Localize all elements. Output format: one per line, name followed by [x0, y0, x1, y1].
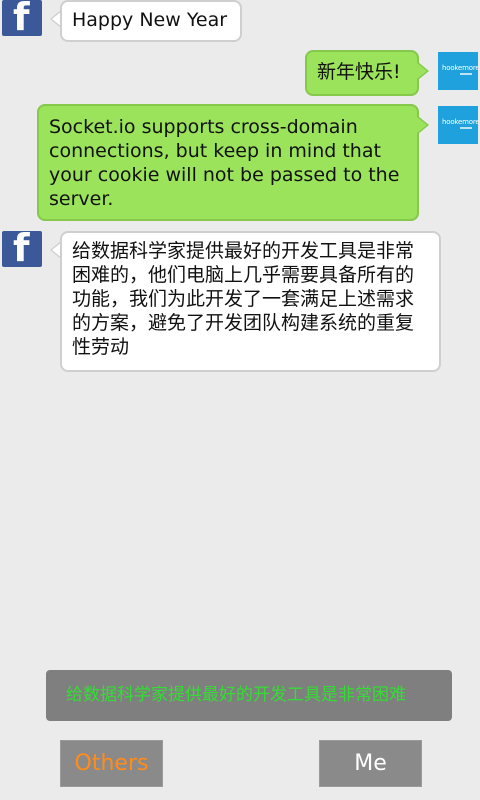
- message-bubble-incoming[interactable]: Happy New Year: [60, 0, 242, 42]
- bubble-tail: [417, 117, 427, 133]
- message-input-value: 给数据科学家提供最好的开发工具是非常困难: [66, 685, 406, 705]
- message-text: 给数据科学家提供最好的开发工具是非常困难的，他们电脑上几乎需要具备所有的功能，我…: [72, 240, 415, 358]
- me-button[interactable]: Me: [319, 740, 422, 787]
- avatar-logo-mark: [460, 127, 472, 129]
- hookemore-avatar-icon[interactable]: hookemore: [438, 106, 478, 144]
- message-bubble-outgoing[interactable]: Socket.io supports cross-domain connecti…: [37, 104, 419, 221]
- hookemore-avatar-icon[interactable]: hookemore: [438, 52, 478, 90]
- message-input[interactable]: 给数据科学家提供最好的开发工具是非常困难: [46, 670, 452, 721]
- others-button[interactable]: Others: [60, 740, 163, 787]
- message-bubble-outgoing[interactable]: 新年快乐!: [305, 50, 419, 96]
- avatar-logo-text: hookemore: [442, 64, 478, 72]
- facebook-avatar-icon[interactable]: f: [2, 0, 42, 36]
- chat-screen: f Happy New Year 新年快乐! hookemore Socket.…: [0, 0, 480, 800]
- avatar-logo-mark: [460, 73, 472, 75]
- message-text: 新年快乐!: [317, 61, 401, 83]
- bubble-tail: [417, 63, 427, 79]
- facebook-avatar-icon[interactable]: f: [2, 231, 42, 267]
- message-text: Socket.io supports cross-domain connecti…: [49, 116, 400, 210]
- facebook-f-glyph: f: [13, 231, 30, 267]
- facebook-f-glyph: f: [13, 0, 30, 36]
- message-text: Happy New Year: [72, 9, 228, 31]
- avatar-logo-text: hookemore: [442, 118, 478, 126]
- message-bubble-incoming[interactable]: 给数据科学家提供最好的开发工具是非常困难的，他们电脑上几乎需要具备所有的功能，我…: [60, 231, 441, 372]
